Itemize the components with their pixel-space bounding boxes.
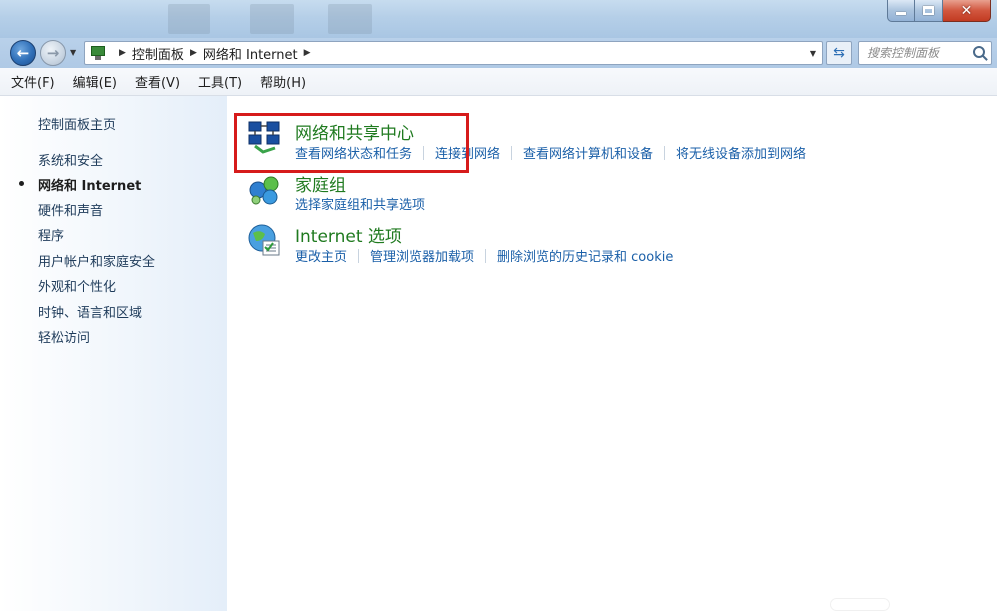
address-bar[interactable]: ▶ 控制面板 ▶ 网络和 Internet ▶ ▼: [84, 41, 823, 65]
minimize-icon: [896, 12, 906, 15]
refresh-icon: ⇆: [833, 45, 845, 61]
main-content: 网络和共享中心 查看网络状态和任务 连接到网络 查看网络计算机和设备 将无线设备…: [227, 96, 997, 611]
link-change-homepage[interactable]: 更改主页: [295, 246, 347, 265]
title-bar-blurred-area: [250, 4, 294, 34]
sidebar-item-clock-language[interactable]: 时钟、语言和区域: [38, 302, 142, 321]
menu-tools[interactable]: 工具(T): [198, 72, 242, 91]
title-bar-blurred-area: [328, 4, 372, 34]
internet-options-icon: [248, 224, 280, 256]
link-homegroup-sharing-options[interactable]: 选择家庭组和共享选项: [295, 194, 425, 213]
close-button[interactable]: ✕: [943, 0, 991, 22]
refresh-button[interactable]: ⇆: [826, 41, 852, 65]
link-divider: [664, 145, 666, 160]
search-input[interactable]: 搜索控制面板: [858, 41, 992, 65]
menu-file[interactable]: 文件(F): [11, 72, 55, 91]
forward-button[interactable]: →: [40, 40, 66, 66]
category-links-internet-options: 更改主页 管理浏览器加载项 删除浏览的历史记录和 cookie: [295, 246, 673, 265]
highlight-annotation-box: [234, 113, 469, 173]
breadcrumb-network-internet[interactable]: 网络和 Internet: [203, 44, 298, 63]
sidebar-item-hardware-sound[interactable]: 硬件和声音: [38, 200, 103, 219]
menu-edit[interactable]: 编辑(E): [73, 72, 117, 91]
sidebar-item-ease-of-access[interactable]: 轻松访问: [38, 327, 90, 346]
arrow-left-icon: ←: [16, 44, 30, 62]
minimize-button[interactable]: [887, 0, 915, 22]
maximize-button[interactable]: [915, 0, 943, 22]
recent-pages-dropdown[interactable]: ▼: [70, 48, 76, 57]
link-manage-addons[interactable]: 管理浏览器加载项: [370, 246, 474, 265]
sidebar-item-programs[interactable]: 程序: [38, 225, 64, 244]
navigation-bar: ← → ▼ ▶ 控制面板 ▶ 网络和 Internet ▶ ▼ ⇆ 搜索控制面板: [0, 38, 997, 68]
link-add-wireless-device[interactable]: 将无线设备添加到网络: [676, 143, 806, 162]
sidebar: 控制面板主页 系统和安全 网络和 Internet 硬件和声音 程序 用户帐户和…: [0, 96, 227, 611]
sidebar-item-network-internet[interactable]: 网络和 Internet: [38, 175, 141, 194]
arrow-right-icon: →: [46, 44, 60, 62]
breadcrumb-control-panel[interactable]: 控制面板: [132, 44, 184, 63]
window-controls: ✕: [887, 0, 991, 22]
search-placeholder: 搜索控制面板: [867, 46, 940, 60]
sidebar-item-control-panel-home[interactable]: 控制面板主页: [38, 114, 116, 133]
link-divider: [358, 248, 360, 263]
close-icon: ✕: [960, 2, 973, 19]
link-divider: [511, 145, 513, 160]
chevron-right-icon[interactable]: ▶: [119, 48, 126, 58]
link-view-network-computers[interactable]: 查看网络计算机和设备: [523, 143, 653, 162]
back-button[interactable]: ←: [10, 40, 36, 66]
homegroup-icon: [249, 176, 279, 205]
address-dropdown-icon[interactable]: ▼: [810, 49, 816, 58]
category-title-homegroup[interactable]: 家庭组: [295, 171, 346, 196]
category-title-internet-options[interactable]: Internet 选项: [295, 222, 402, 247]
window-title-bar: ✕: [0, 0, 997, 38]
title-bar-blurred-area: [168, 4, 210, 34]
sidebar-item-system-security[interactable]: 系统和安全: [38, 150, 103, 169]
link-delete-browsing-history[interactable]: 删除浏览的历史记录和 cookie: [497, 246, 673, 265]
watermark: [830, 598, 890, 611]
control-panel-icon: [89, 45, 107, 61]
menu-bar: 文件(F) 编辑(E) 查看(V) 工具(T) 帮助(H): [0, 68, 997, 96]
sidebar-item-appearance[interactable]: 外观和个性化: [38, 276, 116, 295]
category-links-homegroup: 选择家庭组和共享选项: [295, 194, 425, 213]
link-divider: [485, 248, 487, 263]
maximize-icon: [923, 6, 934, 15]
chevron-right-icon[interactable]: ▶: [190, 48, 197, 58]
search-icon[interactable]: [973, 46, 985, 58]
sidebar-item-user-accounts[interactable]: 用户帐户和家庭安全: [38, 251, 155, 270]
menu-help[interactable]: 帮助(H): [260, 72, 306, 91]
active-bullet-icon: [19, 181, 24, 186]
menu-view[interactable]: 查看(V): [135, 72, 180, 91]
chevron-right-icon[interactable]: ▶: [304, 48, 311, 58]
